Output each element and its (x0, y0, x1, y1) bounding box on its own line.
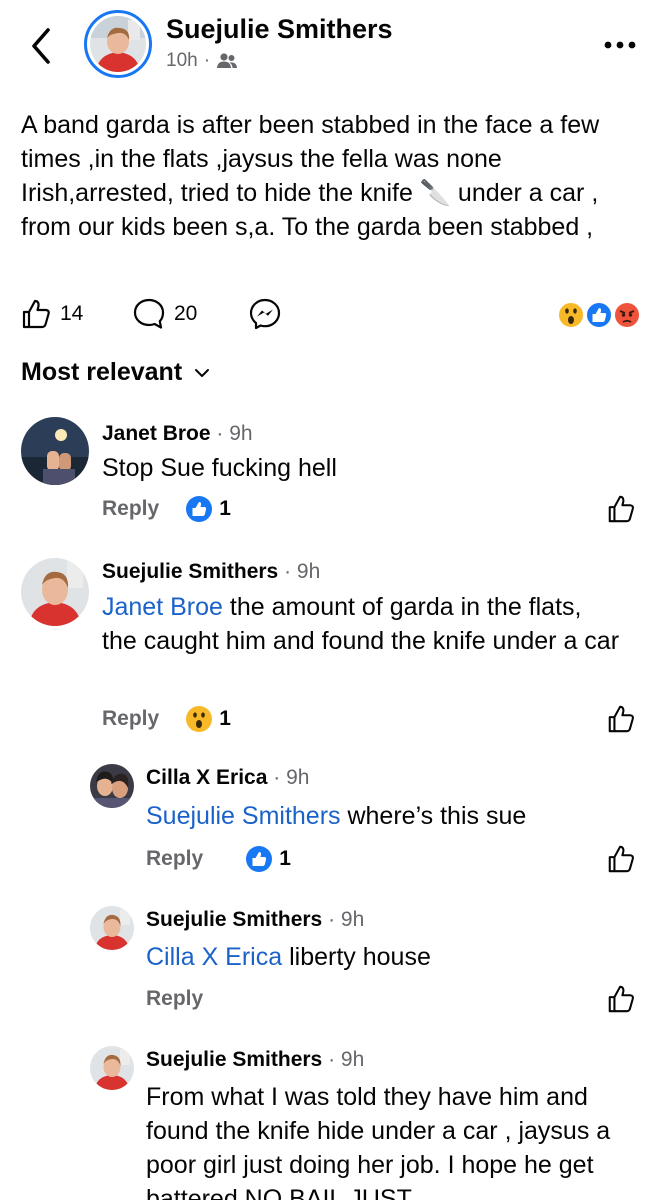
commenter-avatar[interactable] (21, 417, 89, 485)
commenter-name-text[interactable]: Cilla X Erica (146, 766, 267, 789)
comment-text: Cilla X Erica liberty house (146, 940, 626, 974)
comment-reply-item: Suejulie Smithers · 9h From what I was t… (0, 1044, 661, 1200)
like-reaction-icon (246, 846, 273, 872)
comment-actions: Reply 1 (146, 844, 291, 874)
thumbs-up-outline-icon (608, 705, 634, 733)
like-count: 14 (60, 302, 84, 325)
like-reaction-icon (585, 301, 613, 329)
meta-separator: · (203, 50, 211, 71)
mention-link[interactable]: Cilla X Erica (146, 943, 282, 971)
comment-reactions[interactable]: 1 (185, 495, 231, 523)
like-comment-button[interactable] (606, 494, 636, 524)
comment-item: Suejulie Smithers · 9h Janet Broe the am… (0, 556, 661, 736)
comment-time: · 9h (328, 908, 365, 931)
chevron-left-icon (32, 28, 50, 64)
like-stat[interactable]: 14 (20, 296, 83, 332)
thumbs-up-outline-icon (608, 845, 634, 873)
reaction-count: 1 (219, 707, 231, 730)
comment-time: · 9h (328, 1048, 365, 1071)
comment-stat[interactable]: 20 (132, 296, 197, 332)
mention-link[interactable]: Janet Broe (102, 593, 223, 621)
knife-emoji: 🔪 (419, 179, 451, 207)
messenger-share-button[interactable] (248, 296, 282, 332)
reaction-summary[interactable] (557, 300, 643, 330)
post-time: 10h (166, 50, 198, 71)
commenter-name[interactable]: Janet Broe · 9h (102, 422, 253, 446)
sort-label: Most relevant (21, 358, 183, 386)
comment-text-body: where’s this sue (340, 802, 527, 830)
like-comment-button[interactable] (606, 704, 636, 734)
thumbs-up-outline-icon (608, 985, 634, 1013)
comment-text: From what I was told they have him and f… (146, 1083, 611, 1200)
commenter-name[interactable]: Suejulie Smithers · 9h (146, 1048, 364, 1072)
commenter-name-text[interactable]: Janet Broe (102, 422, 211, 445)
poster-avatar[interactable] (84, 10, 152, 78)
reaction-count: 1 (279, 847, 291, 870)
like-comment-button[interactable] (606, 984, 636, 1014)
angry-icon (613, 301, 641, 329)
comment-reply-item: Suejulie Smithers · 9h Cilla X Erica lib… (0, 904, 661, 1024)
commenter-name-text[interactable]: Suejulie Smithers (102, 560, 278, 583)
reaction-count: 1 (219, 497, 231, 520)
comment-sort-dropdown[interactable]: Most relevant (21, 358, 210, 387)
comment-time: · 9h (273, 766, 310, 789)
comment-actions: Reply 1 (102, 704, 231, 734)
commenter-name[interactable]: Cilla X Erica · 9h (146, 766, 309, 790)
commenter-name[interactable]: Suejulie Smithers · 9h (102, 560, 320, 584)
reply-button[interactable]: Reply (146, 987, 203, 1011)
more-options-button[interactable] (600, 30, 640, 60)
post-stats-bar: 14 20 (20, 296, 645, 332)
post-header: Suejulie Smithers 10h · (0, 0, 661, 90)
commenter-avatar[interactable] (90, 906, 134, 950)
thumbs-up-outline-icon (608, 495, 634, 523)
comment-text: Janet Broe the amount of garda in the fl… (102, 590, 622, 658)
comment-text: Suejulie Smithers where’s this sue (146, 799, 626, 833)
chevron-down-icon (195, 368, 210, 377)
commenter-name[interactable]: Suejulie Smithers · 9h (146, 908, 364, 932)
comment-time: · 9h (216, 422, 253, 445)
commenter-name-text[interactable]: Suejulie Smithers (146, 908, 322, 931)
thumbs-up-icon (22, 299, 50, 329)
commenter-avatar[interactable] (90, 1046, 134, 1090)
comment-text: Stop Sue fucking hell (102, 454, 337, 482)
post-meta: 10h · (166, 50, 238, 72)
comment-reply-item: Cilla X Erica · 9h Suejulie Smithers whe… (0, 762, 661, 882)
wow-icon (557, 301, 585, 329)
poster-name[interactable]: Suejulie Smithers (166, 14, 393, 45)
reaction-icons (557, 301, 641, 329)
like-reaction-icon (186, 496, 213, 522)
mention-link[interactable]: Suejulie Smithers (146, 802, 341, 830)
wow-icon (186, 706, 213, 732)
reply-button[interactable]: Reply (102, 707, 159, 731)
comment-reactions[interactable]: 1 (185, 705, 231, 733)
like-comment-button[interactable] (606, 844, 636, 874)
comment-actions: Reply 1 (102, 494, 231, 524)
comment-actions: Reply (146, 984, 203, 1014)
comment-item: Janet Broe · 9h Stop Sue fucking hell Re… (0, 414, 661, 534)
comment-time: · 9h (284, 560, 321, 583)
back-button[interactable] (24, 24, 60, 68)
comment-reactions[interactable]: 1 (245, 845, 291, 873)
commenter-avatar[interactable] (90, 764, 134, 808)
post-text: A band garda is after been stabbed in th… (21, 108, 641, 244)
commenter-avatar[interactable] (21, 558, 89, 626)
comment-bubble-icon (133, 298, 165, 329)
comment-count: 20 (174, 302, 198, 325)
reply-button[interactable]: Reply (102, 497, 159, 521)
friends-icon (217, 53, 238, 68)
reply-button[interactable]: Reply (146, 847, 203, 871)
comment-text-body: liberty house (282, 943, 431, 971)
more-dots-icon (604, 41, 636, 49)
messenger-icon (249, 298, 281, 330)
commenter-name-text[interactable]: Suejulie Smithers (146, 1048, 322, 1071)
